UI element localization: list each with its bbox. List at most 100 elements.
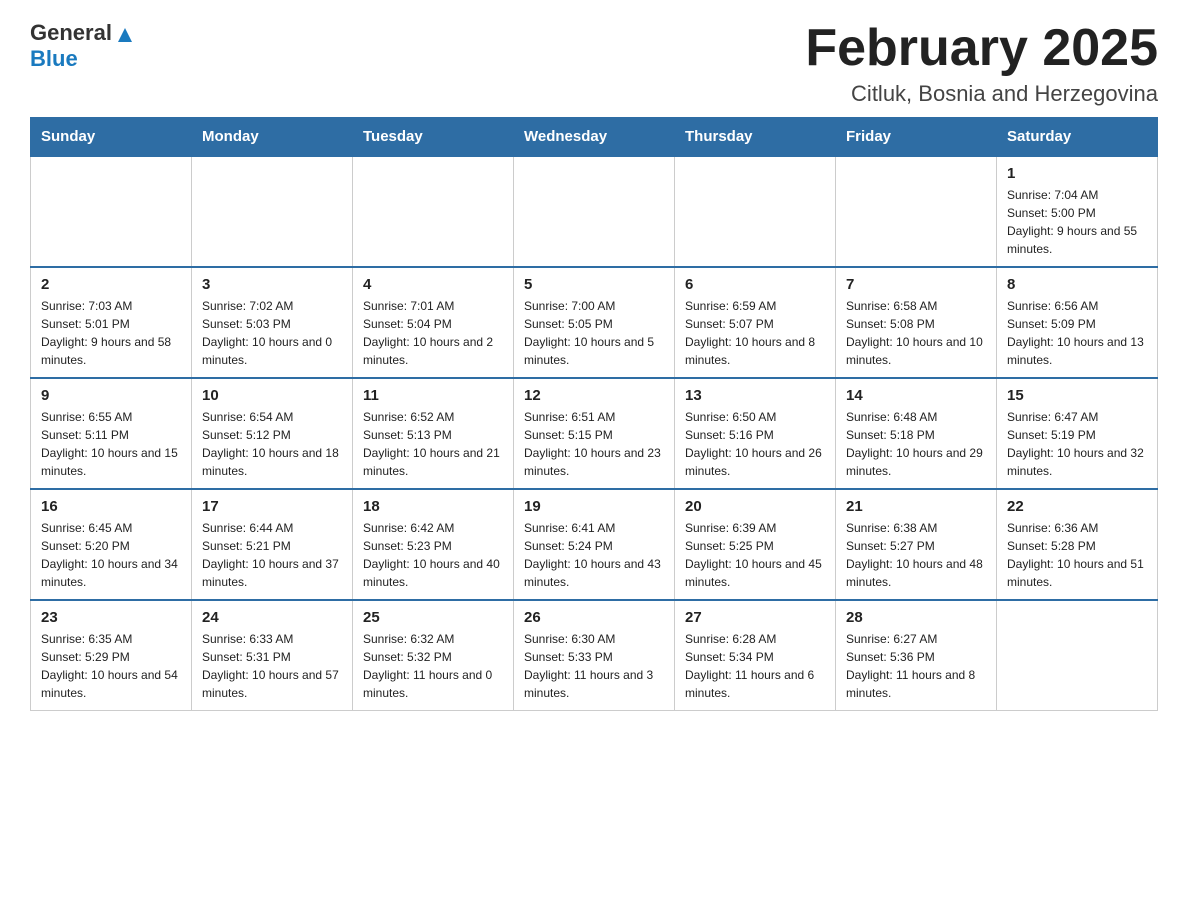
day-info: Sunrise: 6:36 AMSunset: 5:28 PMDaylight:… [1007,519,1147,591]
sunrise-text: Sunrise: 6:27 AM [846,630,986,648]
sunrise-text: Sunrise: 6:47 AM [1007,408,1147,426]
calendar-cell: 16Sunrise: 6:45 AMSunset: 5:20 PMDayligh… [31,489,192,600]
daylight-text: Daylight: 10 hours and 13 minutes. [1007,333,1147,369]
page-header: General Blue February 2025 Citluk, Bosni… [30,20,1158,107]
calendar-cell [997,600,1158,711]
daylight-text: Daylight: 10 hours and 37 minutes. [202,555,342,591]
calendar-cell: 8Sunrise: 6:56 AMSunset: 5:09 PMDaylight… [997,267,1158,378]
sunrise-text: Sunrise: 7:02 AM [202,297,342,315]
day-number: 6 [685,276,825,293]
sunset-text: Sunset: 5:09 PM [1007,315,1147,333]
day-info: Sunrise: 6:45 AMSunset: 5:20 PMDaylight:… [41,519,181,591]
daylight-text: Daylight: 10 hours and 21 minutes. [363,444,503,480]
calendar-cell: 14Sunrise: 6:48 AMSunset: 5:18 PMDayligh… [836,378,997,489]
day-number: 7 [846,276,986,293]
calendar-cell: 17Sunrise: 6:44 AMSunset: 5:21 PMDayligh… [192,489,353,600]
day-info: Sunrise: 6:54 AMSunset: 5:12 PMDaylight:… [202,408,342,480]
day-number: 8 [1007,276,1147,293]
sunset-text: Sunset: 5:11 PM [41,426,181,444]
sunrise-text: Sunrise: 6:42 AM [363,519,503,537]
calendar-table: SundayMondayTuesdayWednesdayThursdayFrid… [30,117,1158,711]
day-info: Sunrise: 6:52 AMSunset: 5:13 PMDaylight:… [363,408,503,480]
day-number: 12 [524,387,664,404]
day-number: 27 [685,609,825,626]
day-number: 25 [363,609,503,626]
sunrise-text: Sunrise: 6:39 AM [685,519,825,537]
calendar-cell: 23Sunrise: 6:35 AMSunset: 5:29 PMDayligh… [31,600,192,711]
daylight-text: Daylight: 10 hours and 26 minutes. [685,444,825,480]
sunrise-text: Sunrise: 6:45 AM [41,519,181,537]
daylight-text: Daylight: 10 hours and 32 minutes. [1007,444,1147,480]
day-info: Sunrise: 6:44 AMSunset: 5:21 PMDaylight:… [202,519,342,591]
calendar-cell: 25 Sunrise: 6:32 AMSunset: 5:32 PMDayligh… [353,600,514,711]
calendar-header-tuesday: Tuesday [353,118,514,157]
daylight-text: Daylight: 10 hours and 10 minutes. [846,333,986,369]
sunset-text: Sunset: 5:00 PM [1007,204,1147,222]
day-number: 15 [1007,387,1147,404]
daylight-text: Daylight: 10 hours and 40 minutes. [363,555,503,591]
sunrise-text: Sunrise: 6:55 AM [41,408,181,426]
calendar-cell [353,156,514,267]
sunrise-text: Sunrise: 6:35 AM [41,630,181,648]
logo-blue-text: Blue [30,46,78,71]
sunrise-text: Sunrise: 6:58 AM [846,297,986,315]
sunrise-text: Sunrise: 6:50 AM [685,408,825,426]
daylight-text: Daylight: 9 hours and 58 minutes. [41,333,181,369]
daylight-text: Daylight: 10 hours and 18 minutes. [202,444,342,480]
sunrise-text: Sunrise: 6:30 AM [524,630,664,648]
daylight-text: Daylight: 10 hours and 29 minutes. [846,444,986,480]
day-info: Sunrise: 7:02 AMSunset: 5:03 PMDaylight:… [202,297,342,369]
calendar-cell: 6 Sunrise: 6:59 AMSunset: 5:07 PMDaylight… [675,267,836,378]
calendar-week-row: 23 Sunrise: 6:35 AMSunset: 5:29 PM Dayligh… [31,600,1158,711]
day-info: Sunrise: 6:59 AMSunset: 5:07 PMDaylight:… [685,297,825,369]
sunset-text: Sunset: 5:29 PM [41,648,181,666]
sunrise-text: Sunrise: 6:33 AM [202,630,342,648]
sunset-text: Sunset: 5:33 PM [524,648,664,666]
daylight-text: Daylight: 11 hours and 0 minutes. [363,666,503,702]
calendar-cell: 9Sunrise: 6:55 AMSunset: 5:11 PMDaylight… [31,378,192,489]
sunset-text: Sunset: 5:28 PM [1007,537,1147,555]
day-info: Sunrise: 6:39 AMSunset: 5:25 PMDaylight:… [685,519,825,591]
sunset-text: Sunset: 5:08 PM [846,315,986,333]
day-number: 21 [846,498,986,515]
day-info: Sunrise: 6:51 AMSunset: 5:15 PMDaylight:… [524,408,664,480]
calendar-week-row: 1Sunrise: 7:04 AMSunset: 5:00 PMDaylight… [31,156,1158,267]
calendar-cell: 15Sunrise: 6:47 AMSunset: 5:19 PMDayligh… [997,378,1158,489]
logo-general-text: General [30,20,112,46]
calendar-cell: 24Sunrise: 6:33 AMSunset: 5:31 PMDayligh… [192,600,353,711]
calendar-cell: 22Sunrise: 6:36 AMSunset: 5:28 PMDayligh… [997,489,1158,600]
sunrise-text: Sunrise: 6:54 AM [202,408,342,426]
sunset-text: Sunset: 5:31 PM [202,648,342,666]
sunset-text: Sunset: 5:15 PM [524,426,664,444]
day-number: 28 [846,609,986,626]
daylight-text: Daylight: 10 hours and 48 minutes. [846,555,986,591]
sunset-text: Sunset: 5:01 PM [41,315,181,333]
calendar-cell: 18Sunrise: 6:42 AMSunset: 5:23 PMDayligh… [353,489,514,600]
day-info: Sunrise: 6:30 AMSunset: 5:33 PMDaylight:… [524,630,664,702]
calendar-week-row: 9Sunrise: 6:55 AMSunset: 5:11 PMDaylight… [31,378,1158,489]
calendar-cell: 1Sunrise: 7:04 AMSunset: 5:00 PMDaylight… [997,156,1158,267]
sunset-text: Sunset: 5:13 PM [363,426,503,444]
sunrise-text: Sunrise: 6:41 AM [524,519,664,537]
sunset-text: Sunset: 5:04 PM [363,315,503,333]
sunset-text: Sunset: 5:20 PM [41,537,181,555]
calendar-cell: 4Sunrise: 7:01 AMSunset: 5:04 PMDaylight… [353,267,514,378]
calendar-cell [514,156,675,267]
day-number: 23 [41,609,181,626]
calendar-cell [675,156,836,267]
daylight-text: Daylight: 10 hours and 23 minutes. [524,444,664,480]
daylight-text: Daylight: 11 hours and 6 minutes. [685,666,825,702]
calendar-header-sunday: Sunday [31,118,192,157]
sunrise-text: Sunrise: 6:44 AM [202,519,342,537]
sunset-text: Sunset: 5:25 PM [685,537,825,555]
daylight-text: Daylight: 10 hours and 8 minutes. [685,333,825,369]
calendar-cell: 10Sunrise: 6:54 AMSunset: 5:12 PMDayligh… [192,378,353,489]
sunset-text: Sunset: 5:18 PM [846,426,986,444]
calendar-week-row: 16Sunrise: 6:45 AMSunset: 5:20 PMDayligh… [31,489,1158,600]
sunset-text: Sunset: 5:23 PM [363,537,503,555]
daylight-text: Daylight: 10 hours and 43 minutes. [524,555,664,591]
sunset-text: Sunset: 5:07 PM [685,315,825,333]
day-info: Sunrise: 6:32 AMSunset: 5:32 PMDaylight:… [363,630,503,702]
calendar-cell: 13Sunrise: 6:50 AMSunset: 5:16 PMDayligh… [675,378,836,489]
title-area: February 2025 Citluk, Bosnia and Herzego… [805,20,1158,107]
